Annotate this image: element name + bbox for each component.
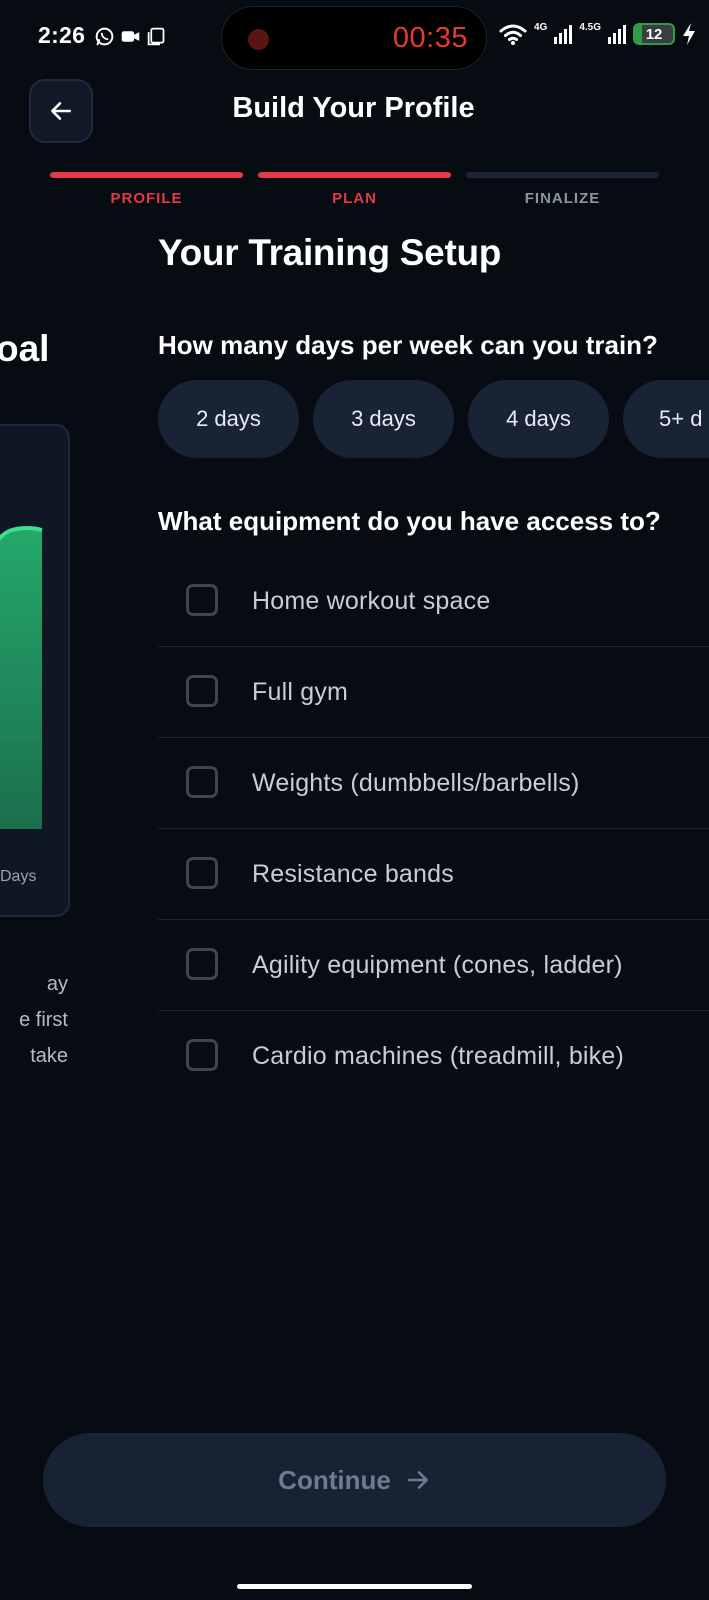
recording-island[interactable]: 00:35 xyxy=(221,6,487,70)
equipment-option-weights[interactable]: Weights (dumbbells/barbells) xyxy=(158,738,709,829)
progress-chart xyxy=(0,526,43,829)
status-bar: 2:26 00:35 4G 4.5G 12 xyxy=(0,0,709,78)
previous-slide-chart-card: Days xyxy=(0,424,70,917)
equipment-option-agility[interactable]: Agility equipment (cones, ladder) xyxy=(158,920,709,1011)
step-label: FINALIZE xyxy=(524,190,601,207)
day-option-5-plus[interactable]: 5+ d xyxy=(623,380,709,458)
step-bar xyxy=(258,172,451,178)
step-bar xyxy=(50,172,243,178)
copy-icon xyxy=(147,27,165,46)
network-type-primary: 4G xyxy=(534,22,548,33)
page-title: Build Your Profile xyxy=(0,92,709,125)
battery-indicator: 12 xyxy=(633,23,676,45)
network-type-secondary: 4.5G xyxy=(579,22,602,33)
checkbox[interactable] xyxy=(186,1039,218,1071)
day-option-3[interactable]: 3 days xyxy=(313,380,454,458)
day-options: 2 days 3 days 4 days 5+ d xyxy=(158,380,709,458)
continue-label: Continue xyxy=(278,1464,391,1495)
equipment-label: Home workout space xyxy=(252,587,491,615)
day-option-4[interactable]: 4 days xyxy=(468,380,609,458)
equipment-question: What equipment do you have access to? xyxy=(158,506,661,536)
checkbox[interactable] xyxy=(186,584,218,616)
status-right-icons: 4G 4.5G 12 xyxy=(498,22,697,46)
previous-slide-description: ay e first take xyxy=(0,966,68,1074)
page-title-text: Build Your Profile xyxy=(232,92,475,124)
checkbox[interactable] xyxy=(186,948,218,980)
equipment-option-bands[interactable]: Resistance bands xyxy=(158,829,709,920)
equipment-label: Agility equipment (cones, ladder) xyxy=(252,951,623,979)
status-time: 2:26 xyxy=(38,22,86,48)
whatsapp-icon xyxy=(95,27,114,46)
status-left-icons xyxy=(94,26,167,47)
equipment-label: Full gym xyxy=(252,678,349,706)
previous-slide-title: oal xyxy=(0,328,50,369)
day-option-2[interactable]: 2 days xyxy=(158,380,299,458)
section-title: Your Training Setup xyxy=(158,232,502,273)
signal-icon xyxy=(608,25,627,44)
video-call-icon xyxy=(121,31,140,42)
step-finalize: FINALIZE xyxy=(466,172,659,207)
wifi-icon xyxy=(499,24,527,45)
equipment-option-gym[interactable]: Full gym xyxy=(158,647,709,738)
previous-slide-line: ay xyxy=(46,973,68,995)
checkbox[interactable] xyxy=(186,766,218,798)
days-question: How many days per week can you train? xyxy=(158,330,658,360)
signal-icon xyxy=(554,25,573,44)
step-plan: PLAN xyxy=(258,172,451,207)
previous-slide-line: e first xyxy=(19,1009,68,1031)
equipment-label: Resistance bands xyxy=(252,860,454,888)
step-profile: PROFILE xyxy=(50,172,243,207)
equipment-list: Home workout space Full gym Weights (dum… xyxy=(158,556,709,1101)
recording-dot-icon xyxy=(248,29,269,50)
previous-slide-line: take xyxy=(30,1045,68,1067)
step-bar xyxy=(466,172,659,178)
arrow-right-icon xyxy=(407,1471,428,1489)
equipment-option-home[interactable]: Home workout space xyxy=(158,556,709,647)
progress-stepper: PROFILE PLAN FINALIZE xyxy=(50,172,660,212)
equipment-option-cardio[interactable]: Cardio machines (treadmill, bike) xyxy=(158,1011,709,1101)
home-indicator[interactable] xyxy=(237,1584,472,1589)
chart-axis-label: Days xyxy=(0,868,37,885)
recording-timer: 00:35 xyxy=(392,22,468,54)
charging-icon xyxy=(683,23,696,45)
checkbox[interactable] xyxy=(186,675,218,707)
continue-button[interactable]: Continue xyxy=(43,1433,666,1527)
step-label: PLAN xyxy=(332,190,377,207)
checkbox[interactable] xyxy=(186,857,218,889)
equipment-label: Cardio machines (treadmill, bike) xyxy=(252,1042,625,1070)
step-label: PROFILE xyxy=(110,190,183,207)
equipment-label: Weights (dumbbells/barbells) xyxy=(252,769,580,797)
